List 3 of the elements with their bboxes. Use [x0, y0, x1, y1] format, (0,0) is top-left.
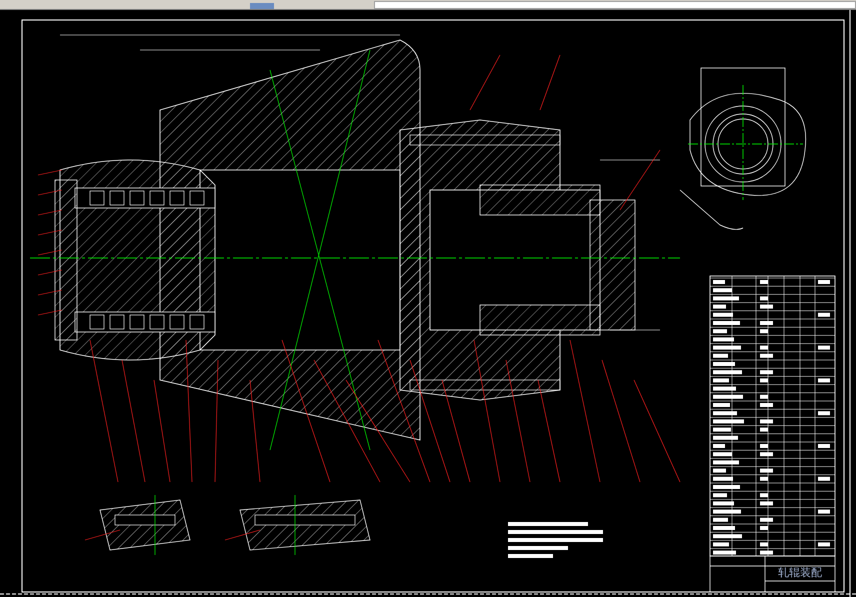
toolbar-field[interactable] [374, 1, 856, 9]
drawing-title: 轧辊装配 [778, 567, 822, 579]
toolbar-icon[interactable] [250, 3, 274, 9]
